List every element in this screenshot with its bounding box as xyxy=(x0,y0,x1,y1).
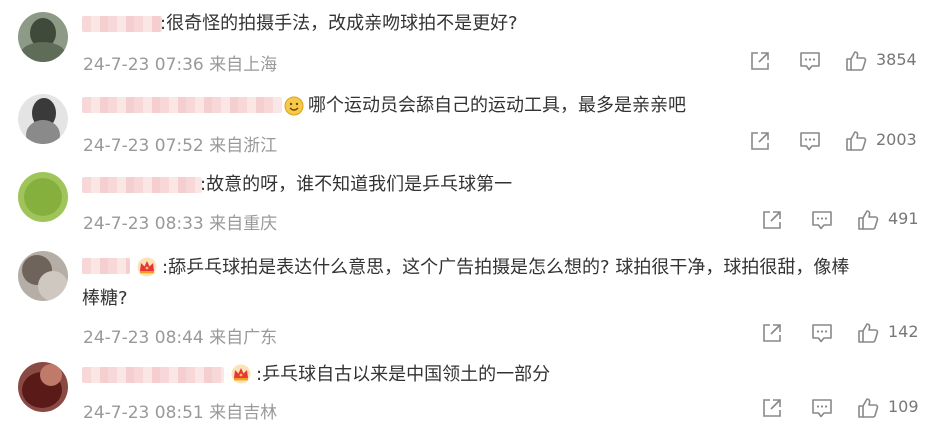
thumbs-up-icon[interactable] xyxy=(844,129,868,153)
comment-location: 来自重庆 xyxy=(209,214,278,234)
comment-meta: 24-7-23 07:36 来自上海 xyxy=(83,50,277,75)
comment-actions: 3854 xyxy=(748,49,928,73)
like-count: 491 xyxy=(888,209,919,228)
thumbs-up-icon[interactable] xyxy=(856,321,880,345)
comment-date: 24-7-23 07:36 xyxy=(83,55,204,75)
thumbs-up-icon[interactable] xyxy=(856,208,880,232)
smiling-face-emoji xyxy=(284,96,304,116)
comment-text-line1: :舔乒乓球拍是表达什么意思，这个广告拍摄是怎么想的? 球拍很干净，球拍很甜，像棒 xyxy=(162,257,850,278)
comment-location: 来自广东 xyxy=(209,328,278,348)
comment-icon[interactable] xyxy=(810,208,834,232)
share-icon[interactable] xyxy=(760,396,784,420)
comment-meta: 24-7-23 08:44 来自广东 xyxy=(83,323,277,348)
comment-actions: 491 xyxy=(760,208,930,232)
comment-icon[interactable] xyxy=(810,396,834,420)
username-blurred[interactable] xyxy=(82,258,130,274)
share-icon[interactable] xyxy=(748,129,772,153)
avatar[interactable] xyxy=(18,94,68,144)
comment-date: 24-7-23 08:44 xyxy=(83,328,204,348)
username-blurred[interactable] xyxy=(82,177,202,193)
comment-text: :很奇怪的拍摄手法，改成亲吻球拍不是更好? xyxy=(160,13,518,34)
like-count: 142 xyxy=(888,322,919,341)
crown-badge-icon xyxy=(230,364,252,384)
comment-text: 哪个运动员会舔自己的运动工具，最多是亲亲吧 xyxy=(308,95,686,116)
like-count: 109 xyxy=(888,397,919,416)
comment-location: 来自浙江 xyxy=(209,136,278,156)
username-blurred[interactable] xyxy=(82,16,162,32)
comment-meta: 24-7-23 08:33 来自重庆 xyxy=(83,209,277,234)
share-icon[interactable] xyxy=(760,321,784,345)
username-blurred[interactable] xyxy=(82,97,282,113)
comment-meta: 24-7-23 08:51 来自吉林 xyxy=(83,398,277,423)
comment-icon[interactable] xyxy=(798,49,822,73)
comment-actions: 109 xyxy=(760,396,930,420)
share-icon[interactable] xyxy=(748,49,772,73)
avatar[interactable] xyxy=(18,362,68,412)
comment-text: :故意的呀，谁不知道我们是乒乓球第一 xyxy=(200,174,513,195)
avatar[interactable] xyxy=(18,251,68,301)
comment-icon[interactable] xyxy=(798,129,822,153)
comment-location: 来自上海 xyxy=(209,55,278,75)
comment-meta: 24-7-23 07:52 来自浙江 xyxy=(83,131,277,156)
comment-icon[interactable] xyxy=(810,321,834,345)
like-count: 2003 xyxy=(876,130,917,149)
crown-badge-icon xyxy=(136,257,158,277)
avatar[interactable] xyxy=(18,12,68,62)
comment-location: 来自吉林 xyxy=(209,403,278,423)
share-icon[interactable] xyxy=(760,208,784,232)
comment-text-line2: 棒糖? xyxy=(82,288,128,309)
thumbs-up-icon[interactable] xyxy=(856,396,880,420)
comment-actions: 2003 xyxy=(748,129,928,153)
comment-date: 24-7-23 08:51 xyxy=(83,403,204,423)
comment-actions: 142 xyxy=(760,321,930,345)
comment-date: 24-7-23 07:52 xyxy=(83,136,204,156)
avatar[interactable] xyxy=(18,172,68,222)
comment-date: 24-7-23 08:33 xyxy=(83,214,204,234)
comment-text: :乒乓球自古以来是中国领土的一部分 xyxy=(256,364,551,385)
like-count: 3854 xyxy=(876,50,917,69)
thumbs-up-icon[interactable] xyxy=(844,49,868,73)
username-blurred[interactable] xyxy=(82,367,224,383)
